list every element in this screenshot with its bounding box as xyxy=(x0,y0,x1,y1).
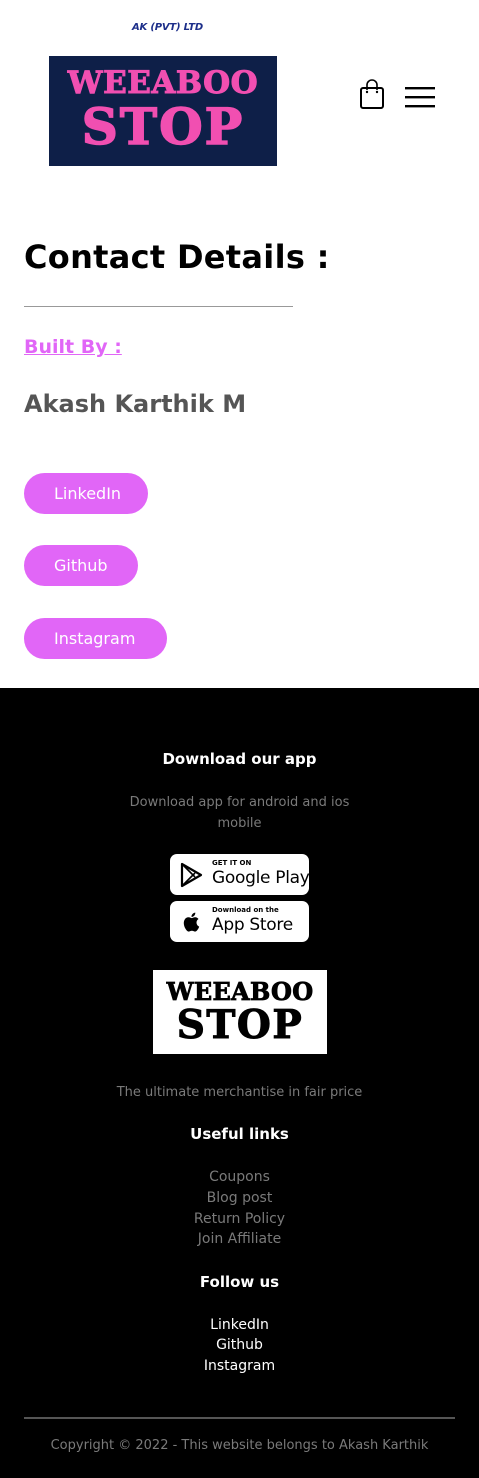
download-description: Download app for android and ios mobile xyxy=(129,795,350,831)
coupons-link[interactable]: Coupons xyxy=(0,1167,479,1188)
download-heading: Download our app xyxy=(162,750,317,768)
footer-divider xyxy=(24,1417,455,1419)
google-play-button[interactable]: GET IT ON Google Play xyxy=(170,854,310,895)
app-store-button[interactable]: Download on the App Store xyxy=(170,901,309,942)
app-store-small-text: Download on the xyxy=(212,906,279,914)
linkedin-button[interactable]: LinkedIn xyxy=(24,473,148,514)
site-header: AK (PVT) LTD WEEABOO STOP xyxy=(0,0,479,200)
google-play-small-text: GET IT ON xyxy=(212,859,252,867)
join-affiliate-link[interactable]: Join Affiliate xyxy=(0,1229,479,1250)
google-play-icon xyxy=(179,862,205,888)
footer-logo-line-2: STOP xyxy=(176,1002,304,1048)
site-logo[interactable]: WEEABOO STOP xyxy=(49,56,277,166)
footer-linkedin-link[interactable]: LinkedIn xyxy=(0,1315,479,1336)
tagline: The ultimate merchantise in fair price xyxy=(116,1085,363,1100)
app-store-label: App Store xyxy=(212,915,293,935)
logo-line-1: WEEABOO xyxy=(67,65,259,101)
author-name: Akash Karthik M xyxy=(24,390,247,418)
return-policy-link[interactable]: Return Policy xyxy=(0,1209,479,1230)
site-footer: Download our app Download app for androi… xyxy=(0,688,479,1478)
logo-line-2: STOP xyxy=(81,97,245,156)
hamburger-menu-icon[interactable] xyxy=(405,85,436,109)
instagram-button[interactable]: Instagram xyxy=(24,618,167,659)
apple-icon xyxy=(179,909,205,935)
footer-logo-line-1: WEEABOO xyxy=(166,977,314,1006)
title-divider xyxy=(24,306,293,307)
page-title: Contact Details : xyxy=(24,238,330,276)
copyright-text: Copyright © 2022 - This website belongs … xyxy=(50,1438,429,1453)
blog-post-link[interactable]: Blog post xyxy=(0,1188,479,1209)
google-play-label: Google Play xyxy=(212,868,310,888)
footer-logo[interactable]: WEEABOO STOP xyxy=(153,970,327,1054)
built-by-link[interactable]: Built By : xyxy=(24,336,122,358)
shopping-bag-icon[interactable] xyxy=(358,78,386,110)
follow-us-heading: Follow us xyxy=(199,1273,280,1291)
footer-github-link[interactable]: Github xyxy=(0,1335,479,1356)
useful-links-heading: Useful links xyxy=(190,1125,289,1143)
footer-instagram-link[interactable]: Instagram xyxy=(0,1356,479,1377)
github-button[interactable]: Github xyxy=(24,545,138,586)
company-name: AK (PVT) LTD xyxy=(132,22,203,33)
